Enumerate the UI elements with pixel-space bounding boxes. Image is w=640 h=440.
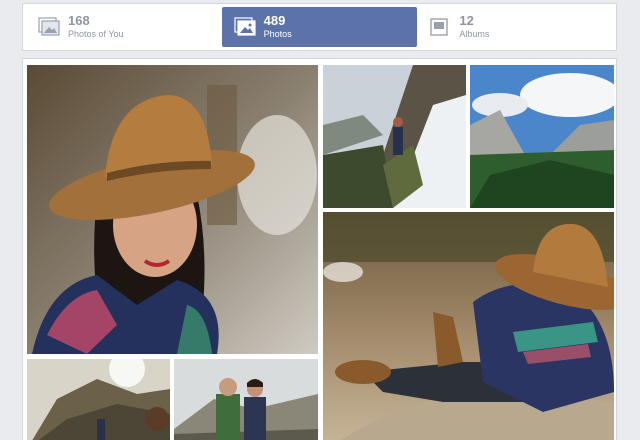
tab-label: Albums	[459, 29, 490, 40]
tab-photos[interactable]: 489 Photos	[221, 7, 418, 47]
tab-label: Photos	[263, 29, 292, 40]
photos-icon	[234, 17, 256, 36]
tab-count: 168	[68, 12, 90, 28]
albums-icon	[430, 18, 449, 36]
photo-thumbnail-valley[interactable]	[470, 65, 614, 208]
photo-image	[470, 65, 614, 208]
tab-photos-of-you[interactable]: 168 Photos of You	[26, 7, 222, 47]
tab-count: 12	[459, 12, 474, 28]
photo-image	[323, 65, 466, 208]
tab-count: 489	[263, 12, 286, 28]
tagged-photos-icon	[38, 17, 60, 36]
photo-thumbnail-man-hat[interactable]	[323, 212, 614, 440]
photo-image	[27, 359, 170, 440]
photo-thumbnail-hiker-snow[interactable]	[323, 65, 466, 208]
photo-thumbnail-ridge[interactable]	[27, 359, 170, 440]
photos-tab-bar: 168 Photos of You 489 Photos 12 Albums	[22, 3, 617, 51]
photo-thumbnail-couple[interactable]	[174, 359, 318, 440]
tab-albums[interactable]: 12 Albums	[417, 7, 613, 47]
photo-image	[27, 65, 318, 354]
photo-image	[323, 212, 614, 440]
photo-image	[174, 359, 318, 440]
photo-grid	[22, 58, 617, 440]
photo-thumbnail-portrait[interactable]	[27, 65, 318, 354]
tab-label: Photos of You	[68, 29, 124, 40]
